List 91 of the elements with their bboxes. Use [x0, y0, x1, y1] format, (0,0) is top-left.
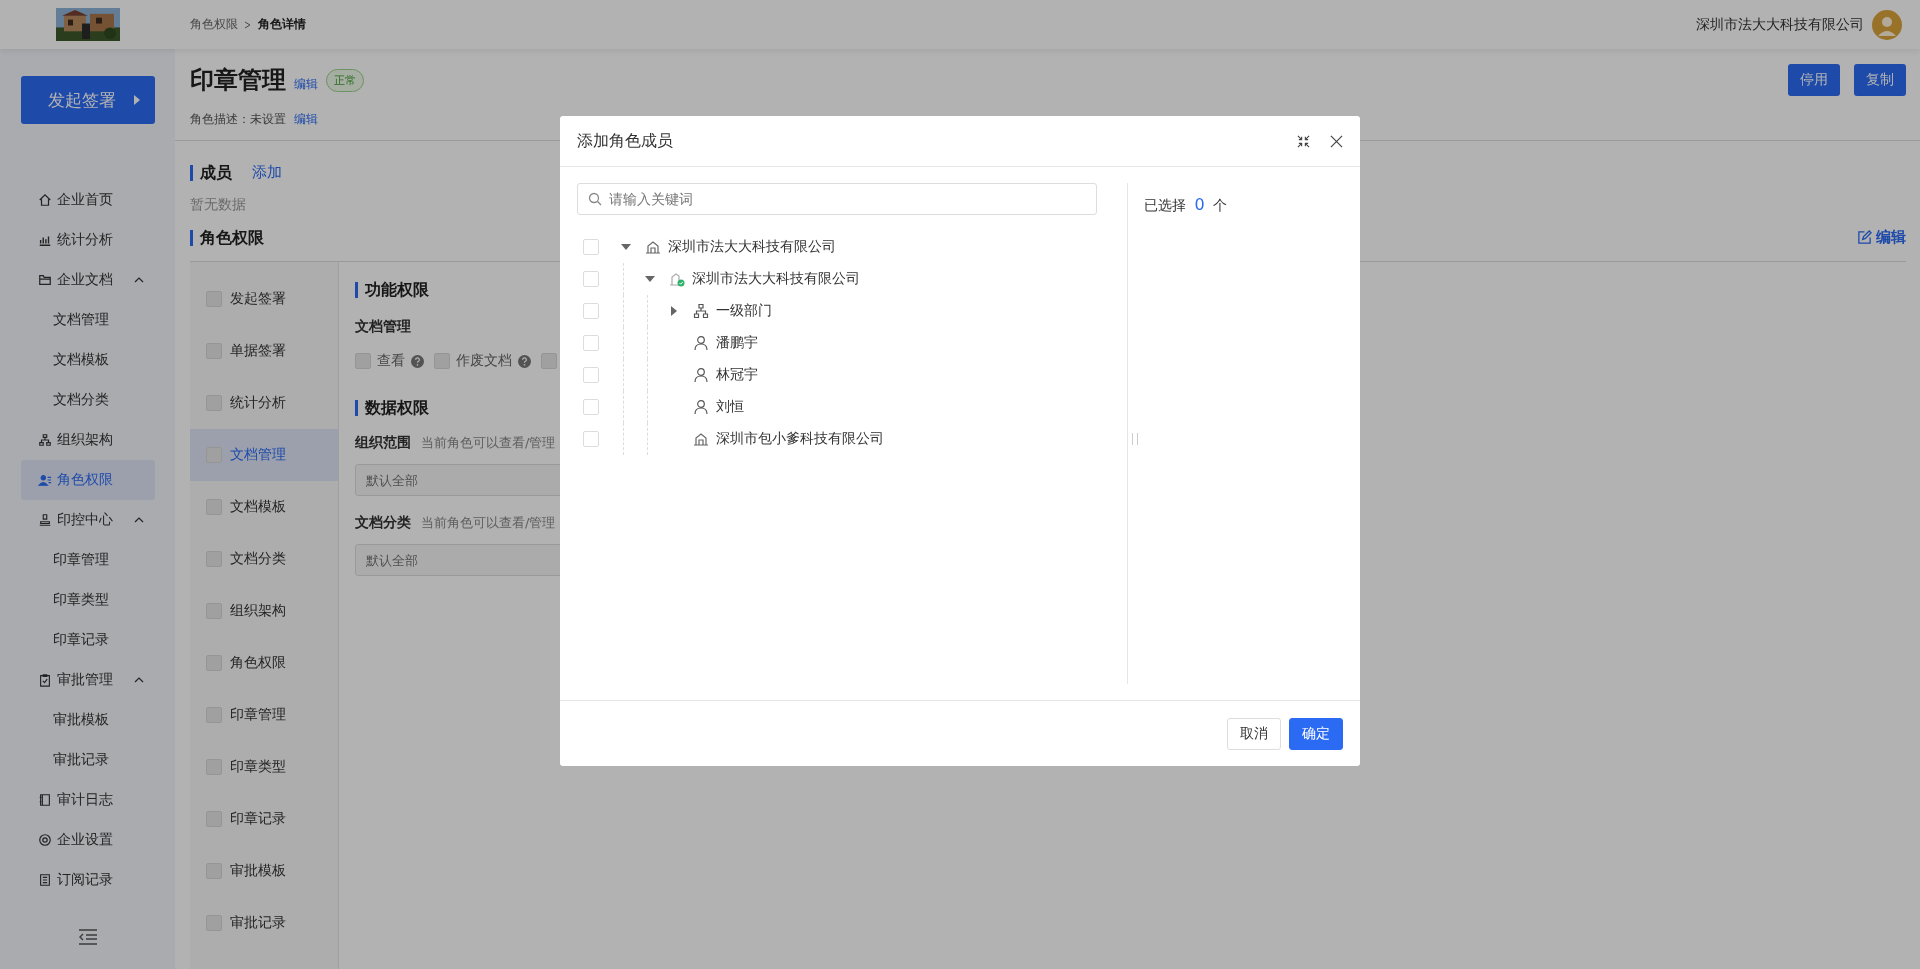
- checkbox[interactable]: [583, 271, 599, 287]
- field-label: 文档分类: [355, 514, 411, 532]
- nav-item[interactable]: 审批管理: [20, 660, 155, 700]
- nav-subitem[interactable]: 文档分类: [20, 380, 155, 420]
- confirm-button[interactable]: 确定: [1289, 717, 1343, 750]
- nav-item[interactable]: 组织架构: [20, 420, 155, 460]
- person-icon: [693, 335, 709, 351]
- nav-item[interactable]: 统计分析: [20, 220, 155, 260]
- expand-arrow-icon[interactable]: [621, 242, 631, 252]
- person-icon: [693, 399, 709, 415]
- verified-building-icon: [669, 271, 685, 287]
- help-icon[interactable]: [411, 354, 424, 368]
- help-icon[interactable]: [518, 354, 531, 368]
- selected-count: 已选择 0 个: [1144, 197, 1228, 213]
- status-badge: 正常: [326, 68, 364, 92]
- book-icon: [37, 793, 52, 807]
- nav-item[interactable]: 印控中心: [20, 500, 155, 540]
- nav-subitem[interactable]: 审批模板: [20, 700, 155, 740]
- section-title: 成员: [190, 164, 232, 181]
- collapse-menu-icon[interactable]: [77, 929, 98, 945]
- company-name[interactable]: 深圳市法大大科技有限公司: [1696, 15, 1864, 34]
- tree-item[interactable]: 一级部门: [716, 302, 772, 320]
- edit-link[interactable]: 编辑: [294, 111, 318, 128]
- checkbox[interactable]: [583, 367, 599, 383]
- breadcrumb-item: 角色详情: [258, 16, 306, 33]
- tree-item[interactable]: 深圳市法大大科技有限公司: [668, 238, 836, 256]
- section-title: 数据权限: [355, 400, 429, 416]
- expand-arrow-icon[interactable]: [645, 274, 655, 284]
- org-chart-icon: [37, 433, 52, 447]
- edit-link[interactable]: 编辑: [294, 76, 318, 93]
- group-title: 文档管理: [355, 318, 411, 336]
- checkbox[interactable]: [583, 239, 599, 255]
- breadcrumb-item[interactable]: 角色权限: [190, 16, 238, 33]
- checkbox[interactable]: [583, 303, 599, 319]
- action-button[interactable]: 停用: [1788, 64, 1840, 96]
- field-hint: 当前角色可以查看/管理: [421, 434, 556, 452]
- nav-item[interactable]: 订阅记录: [20, 860, 155, 900]
- avatar-icon[interactable]: [1872, 9, 1902, 40]
- gear-icon: [37, 833, 52, 847]
- expand-arrow-icon[interactable]: [669, 306, 679, 316]
- search-icon: [588, 192, 602, 206]
- checkbox[interactable]: [583, 431, 599, 447]
- field-label: 组织范围: [355, 434, 411, 452]
- org-chart-icon: [693, 303, 709, 319]
- checkbox[interactable]: [583, 399, 599, 415]
- empty-text: 暂无数据: [190, 196, 246, 214]
- nav-subitem[interactable]: 印章管理: [20, 540, 155, 580]
- nav-subitem[interactable]: 文档管理: [20, 300, 155, 340]
- dialog-title: 添加角色成员: [577, 130, 673, 152]
- tree-item[interactable]: 潘鹏宇: [716, 334, 758, 352]
- building-icon: [645, 239, 661, 255]
- section-title: 角色权限: [190, 229, 264, 246]
- tree-item[interactable]: 深圳市包小爹科技有限公司: [716, 430, 884, 448]
- action-button[interactable]: 复制: [1854, 64, 1906, 96]
- stamp-icon: [37, 513, 52, 527]
- add-link[interactable]: 添加: [252, 163, 282, 182]
- launch-sign-button[interactable]: 发起签署: [20, 76, 155, 124]
- shrink-icon[interactable]: [1297, 134, 1310, 148]
- tree-item[interactable]: 刘恒: [716, 398, 744, 416]
- edit-link[interactable]: 编辑: [1857, 228, 1906, 247]
- nav-item[interactable]: 审计日志: [20, 780, 155, 820]
- field-hint: 当前角色可以查看/管理: [421, 514, 556, 532]
- search-field[interactable]: 请输入关键词: [577, 183, 1097, 215]
- nav-subitem[interactable]: 印章记录: [20, 620, 155, 660]
- breadcrumb-separator: [244, 20, 252, 29]
- tree-item[interactable]: 林冠宇: [716, 366, 758, 384]
- clipboard-icon: [37, 673, 52, 687]
- building-icon: [693, 431, 709, 447]
- option-label: 作废文档: [456, 352, 512, 370]
- folder-icon: [37, 273, 52, 287]
- edit-icon: [1857, 230, 1872, 245]
- role-title: 印章管理: [190, 65, 286, 96]
- nav-item[interactable]: 企业设置: [20, 820, 155, 860]
- role-description: 角色描述：未设置: [190, 111, 286, 128]
- caret-right-icon: [133, 95, 140, 105]
- nav-item[interactable]: 企业首页: [20, 180, 155, 220]
- list-icon: [37, 873, 52, 887]
- home-icon: [37, 193, 52, 207]
- nav-item[interactable]: 企业文档: [20, 260, 155, 300]
- nav-subitem[interactable]: 审批记录: [20, 740, 155, 780]
- tree-item[interactable]: 深圳市法大大科技有限公司: [692, 270, 860, 288]
- section-title: 功能权限: [355, 282, 429, 298]
- users-icon: [37, 473, 52, 487]
- option-label: 查看: [377, 352, 405, 370]
- resize-handle[interactable]: [1132, 433, 1138, 445]
- close-icon[interactable]: [1330, 134, 1343, 148]
- cancel-button[interactable]: 取消: [1227, 717, 1281, 750]
- nav-subitem[interactable]: 印章类型: [20, 580, 155, 620]
- checkbox[interactable]: [583, 335, 599, 351]
- person-icon: [693, 367, 709, 383]
- nav-subitem[interactable]: 文档模板: [20, 340, 155, 380]
